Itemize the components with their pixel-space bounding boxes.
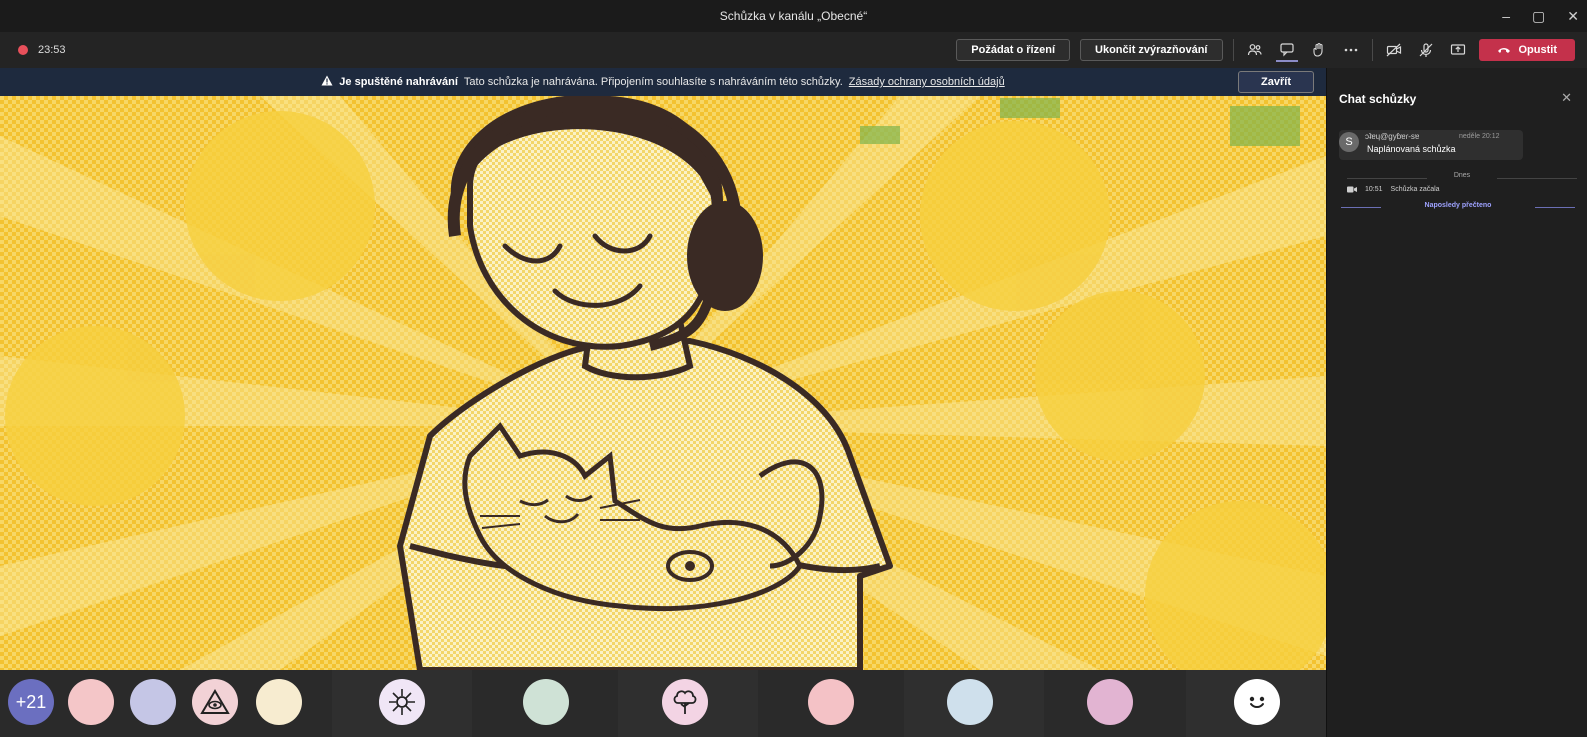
message-sender: ɔʇɐɥ@gyɓɐɾ-sɐ <box>1365 132 1420 141</box>
tree-doodle-icon <box>673 690 697 714</box>
recording-indicator-icon <box>18 45 28 55</box>
participant-avatar[interactable] <box>379 679 425 725</box>
warning-icon <box>321 75 333 89</box>
banner-close-button[interactable]: Zavřít <box>1238 71 1314 93</box>
more-options-icon[interactable] <box>1340 39 1362 61</box>
window-controls: – ▢ ✕ <box>1502 0 1579 32</box>
phone-hangup-icon <box>1497 48 1510 53</box>
overflow-count: +21 <box>15 691 47 712</box>
share-screen-icon[interactable] <box>1447 39 1469 61</box>
event-text: Schůzka začala <box>1390 186 1440 193</box>
restore-icon[interactable]: ▢ <box>1532 8 1545 25</box>
meeting-chat-panel: Chat schůzky ✕ S ɔʇɐɥ@gyɓɐɾ-sɐ neděle 20… <box>1326 68 1587 737</box>
mic-off-icon[interactable] <box>1415 39 1437 61</box>
participant-avatar[interactable] <box>662 679 708 725</box>
shared-illustration <box>0 96 1326 670</box>
banner-text: Tato schůzka je nahrávána. Připojením so… <box>463 76 843 88</box>
participant-avatar[interactable] <box>808 679 854 725</box>
message-text: Naplánovaná schůzka <box>1367 144 1456 154</box>
shared-video-stage <box>0 96 1326 670</box>
meeting-toolbar: 23:53 Požádat o řízení Ukončit zvýrazňov… <box>0 32 1587 68</box>
meeting-timer: 23:53 <box>38 44 66 56</box>
privacy-policy-link[interactable]: Zásady ochrany osobních údajů <box>849 76 1005 88</box>
chat-icon[interactable] <box>1275 38 1298 62</box>
leave-label: Opustit <box>1518 44 1558 56</box>
close-window-icon[interactable]: ✕ <box>1567 8 1579 25</box>
toolbar-divider <box>1371 39 1373 61</box>
participant-avatar[interactable] <box>256 679 302 725</box>
leave-button[interactable]: Opustit <box>1478 39 1575 61</box>
camera-off-icon[interactable] <box>1383 39 1405 61</box>
close-chat-icon[interactable]: ✕ <box>1561 90 1572 106</box>
smiley-face-icon <box>1249 696 1265 708</box>
chat-message[interactable]: S ɔʇɐɥ@gyɓɐɾ-sɐ neděle 20:12 Naplánovaná… <box>1339 130 1523 160</box>
video-camera-icon <box>1347 186 1357 193</box>
chat-title: Chat schůzky <box>1339 92 1417 106</box>
request-control-button[interactable]: Požádat o řízení <box>956 39 1071 61</box>
participant-avatar[interactable] <box>192 679 238 725</box>
meeting-started-event: 10:51 Schůzka začala <box>1347 186 1440 193</box>
participant-avatar[interactable] <box>130 679 176 725</box>
eye-pyramid-icon <box>200 689 230 714</box>
raise-hand-icon[interactable] <box>1308 39 1330 61</box>
minimize-icon[interactable]: – <box>1502 8 1510 24</box>
participant-avatar[interactable] <box>523 679 569 725</box>
message-time: neděle 20:12 <box>1459 133 1500 140</box>
participant-avatar[interactable] <box>1234 679 1280 725</box>
participant-strip: +21 <box>0 670 1326 737</box>
event-time: 10:51 <box>1365 186 1383 193</box>
recording-banner: Je spuštěné nahrávání Tato schůzka je na… <box>0 68 1326 96</box>
toolbar-divider <box>1232 39 1234 61</box>
window-titlebar: Schůzka v kanálu „Obecné“ – ▢ ✕ <box>0 0 1587 32</box>
participant-avatar[interactable] <box>68 679 114 725</box>
last-read-divider: Naposledy přečteno <box>1341 202 1575 214</box>
participant-avatar[interactable] <box>947 679 993 725</box>
window-title: Schůzka v kanálu „Obecné“ <box>719 9 868 23</box>
participants-icon[interactable] <box>1244 39 1266 61</box>
sun-doodle-icon <box>389 689 415 715</box>
participant-avatar[interactable] <box>1087 679 1133 725</box>
participant-overflow-button[interactable]: +21 <box>8 679 54 725</box>
end-highlight-button[interactable]: Ukončit zvýrazňování <box>1080 39 1223 61</box>
day-divider: Dnes <box>1347 172 1577 184</box>
avatar: S <box>1339 132 1359 152</box>
toolbar-actions: Požádat o řízení Ukončit zvýrazňování Op… <box>956 32 1575 68</box>
banner-title: Je spuštěné nahrávání <box>339 76 458 88</box>
